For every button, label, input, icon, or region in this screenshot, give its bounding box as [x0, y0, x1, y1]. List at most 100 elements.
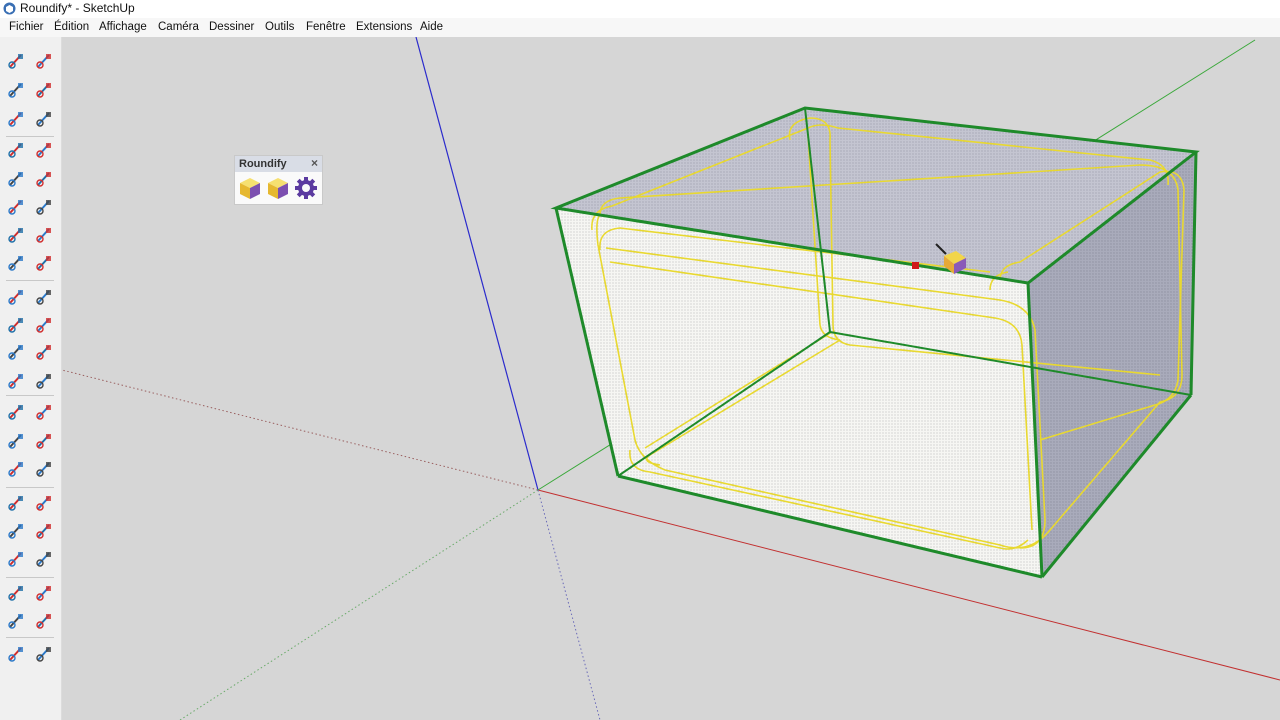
previous-view-tool[interactable]	[33, 520, 55, 542]
pie-tool[interactable]	[33, 252, 55, 274]
rotated-rectangle-icon	[36, 172, 51, 187]
chat-tool[interactable]	[33, 643, 55, 665]
roundify-cube-icon	[240, 178, 260, 199]
freehand-icon	[36, 143, 51, 158]
text-tool[interactable]	[33, 401, 55, 423]
paint-bucket-tool[interactable]	[5, 79, 27, 101]
circle-tool[interactable]	[5, 196, 27, 218]
zoom-extents-tool[interactable]	[5, 520, 27, 542]
two-point-arc-tool[interactable]	[33, 224, 55, 246]
rotate-tool[interactable]	[5, 314, 27, 336]
move-icon	[8, 290, 23, 305]
position-camera-tool[interactable]	[5, 548, 27, 570]
layout-tool[interactable]	[5, 643, 27, 665]
three-point-arc-tool[interactable]	[5, 252, 27, 274]
toolbar-separator	[6, 577, 54, 578]
menu-outils[interactable]: Outils	[265, 21, 294, 33]
blue-axis-line	[415, 37, 539, 491]
roundify-toolbar-title: Roundify	[239, 158, 287, 170]
gear-icon	[295, 177, 317, 199]
menu-bar: Fichier Édition Affichage Caméra Dessine…	[0, 18, 1280, 37]
dimension-tool[interactable]	[5, 401, 27, 423]
menu-aide[interactable]: Aide	[420, 21, 443, 33]
line-tool[interactable]	[5, 139, 27, 161]
rectangle-icon	[8, 172, 23, 187]
model-viewport[interactable]: Roundify ×	[62, 37, 1280, 720]
scale-tool[interactable]	[5, 341, 27, 363]
line-icon	[8, 143, 23, 158]
arc-tool[interactable]	[5, 224, 27, 246]
warehouse-tool[interactable]	[5, 610, 27, 632]
zoom-tool[interactable]	[5, 492, 27, 514]
warehouse-icon	[8, 614, 23, 629]
axes-icon	[8, 434, 23, 449]
extension-warehouse-icon	[36, 614, 51, 629]
protractor-icon	[36, 374, 51, 389]
orbit-icon	[8, 462, 23, 477]
menu-dessiner[interactable]: Dessiner	[209, 21, 254, 33]
freehand-tool[interactable]	[33, 139, 55, 161]
window-title: Roundify* - SketchUp	[20, 1, 135, 15]
section-plane-icon	[36, 586, 51, 601]
large-tool-set	[0, 37, 62, 720]
walk-icon	[36, 552, 51, 567]
eraser-icon	[36, 83, 51, 98]
pan-icon	[36, 462, 51, 477]
text-icon	[36, 405, 51, 420]
component-icon	[8, 112, 23, 127]
eraser-tool[interactable]	[33, 79, 55, 101]
toolbar-separator	[6, 487, 54, 488]
extension-warehouse-tool[interactable]	[33, 610, 55, 632]
tape-measure-icon	[8, 374, 23, 389]
rotate-icon	[8, 318, 23, 333]
orbit-tool[interactable]	[5, 458, 27, 480]
roundify-alt-button[interactable]	[265, 175, 291, 201]
follow-me-icon	[36, 318, 51, 333]
roundify-button[interactable]	[237, 175, 263, 201]
roundify-toolbar[interactable]: Roundify ×	[234, 155, 323, 205]
look-around-tool[interactable]	[5, 582, 27, 604]
tag-eraser-tool[interactable]	[33, 108, 55, 130]
menu-fichier[interactable]: Fichier	[9, 21, 44, 33]
pan-tool[interactable]	[33, 458, 55, 480]
green-axis-dotted	[179, 489, 539, 720]
roundify-toolbar-header[interactable]: Roundify ×	[235, 156, 322, 172]
push-pull-tool[interactable]	[33, 286, 55, 308]
zoom-icon	[8, 496, 23, 511]
lasso-icon	[36, 54, 51, 69]
follow-me-tool[interactable]	[33, 314, 55, 336]
roundify-settings-button[interactable]	[293, 175, 319, 201]
offset-tool[interactable]	[33, 341, 55, 363]
two-point-arc-icon	[36, 228, 51, 243]
previous-view-icon	[36, 524, 51, 539]
roundify-cube-alt-icon	[268, 178, 288, 199]
menu-camera[interactable]: Caméra	[158, 21, 199, 33]
select-tool[interactable]	[5, 50, 27, 72]
tape-measure-tool[interactable]	[5, 370, 27, 392]
lasso-tool[interactable]	[33, 50, 55, 72]
polygon-tool[interactable]	[33, 196, 55, 218]
menu-fenetre[interactable]: Fenêtre	[306, 21, 346, 33]
blue-axis-dotted	[537, 489, 601, 720]
rotated-rectangle-tool[interactable]	[33, 168, 55, 190]
position-camera-icon	[8, 552, 23, 567]
walk-tool[interactable]	[33, 548, 55, 570]
close-icon[interactable]: ×	[311, 156, 318, 170]
red-axis-dotted	[62, 369, 539, 491]
menu-extensions[interactable]: Extensions	[356, 21, 412, 33]
component-tool[interactable]	[5, 108, 27, 130]
section-plane-tool[interactable]	[33, 582, 55, 604]
menu-affichage[interactable]: Affichage	[99, 21, 147, 33]
chat-icon	[36, 647, 51, 662]
inference-point	[912, 262, 919, 269]
menu-edition[interactable]: Édition	[54, 21, 89, 33]
rectangle-tool[interactable]	[5, 168, 27, 190]
zoom-window-tool[interactable]	[33, 492, 55, 514]
move-tool[interactable]	[5, 286, 27, 308]
offset-icon	[36, 345, 51, 360]
axes-tool[interactable]	[5, 430, 27, 452]
paint-bucket-icon	[8, 83, 23, 98]
protractor-tool[interactable]	[33, 370, 55, 392]
3d-text-tool[interactable]	[33, 430, 55, 452]
sketchup-logo-icon	[3, 2, 16, 15]
